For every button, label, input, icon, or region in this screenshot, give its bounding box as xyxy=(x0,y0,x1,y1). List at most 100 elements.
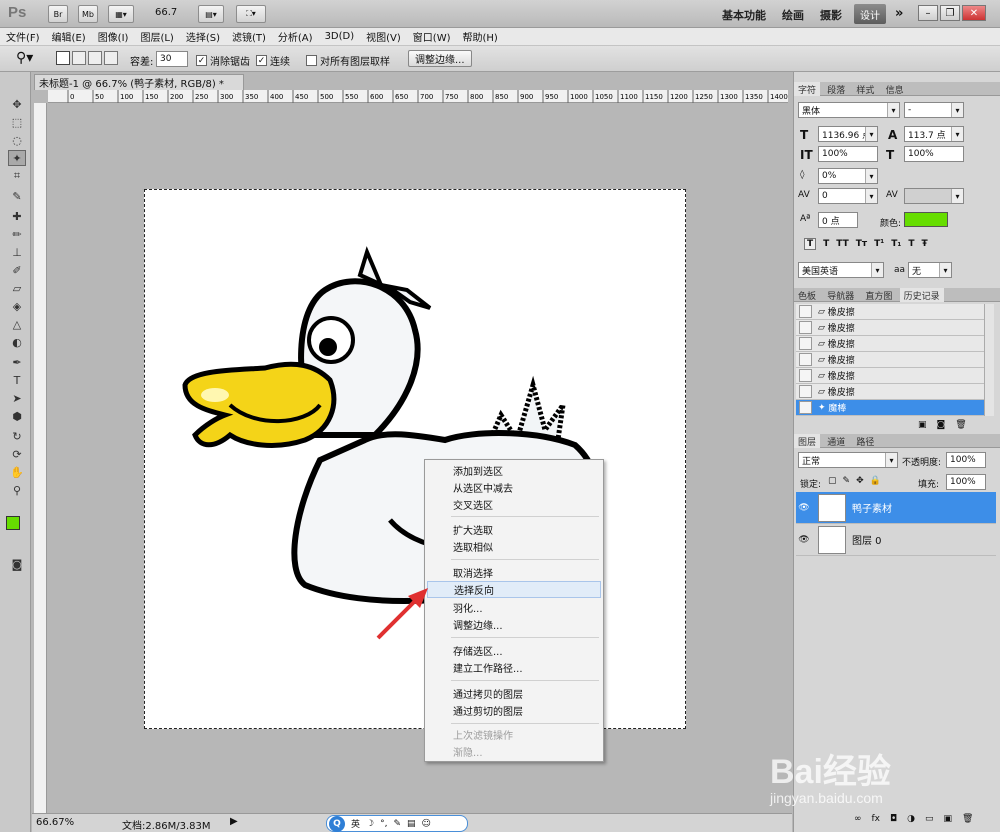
camera-icon[interactable]: ◙ xyxy=(937,420,946,430)
menu-item-layer-via-copy[interactable]: 通过拷贝的图层 xyxy=(427,685,601,702)
zoom-level[interactable]: 66.7 xyxy=(155,7,177,18)
new-selection-icon[interactable] xyxy=(56,51,70,65)
tab-paths[interactable]: 路径 xyxy=(852,434,878,448)
tab-swatches[interactable]: 色板 xyxy=(794,288,820,302)
new-layer-icon[interactable]: ▣ xyxy=(944,814,953,824)
kerning-input[interactable]: 0 ▾ xyxy=(818,188,878,204)
opacity-input[interactable]: 100% xyxy=(946,452,986,468)
minimize-icon[interactable]: – xyxy=(918,5,938,21)
foreground-color-swatch[interactable] xyxy=(6,516,20,530)
superscript-icon[interactable]: T¹ xyxy=(874,239,884,249)
tab-paragraph[interactable]: 段落 xyxy=(823,82,849,96)
tab-history[interactable]: 历史记录 xyxy=(899,288,944,302)
tolerance-input[interactable]: 30 xyxy=(156,51,188,67)
antialias-checkbox[interactable]: ✓ 消除锯齿 xyxy=(196,53,250,68)
menu-item-deselect[interactable]: 取消选择 xyxy=(427,564,601,581)
blur-tool-icon[interactable]: △ xyxy=(8,316,26,332)
shape-tool-icon[interactable]: ⬢ xyxy=(8,408,26,424)
tab-info[interactable]: 信息 xyxy=(882,82,908,96)
workspace-essentials[interactable]: 基本功能 xyxy=(722,7,766,23)
tracking-input[interactable]: ▾ xyxy=(904,188,964,204)
minibridge-button[interactable]: Mb xyxy=(78,5,98,23)
layer-row[interactable]: 👁 图层 0 xyxy=(796,524,996,556)
antialias-select[interactable]: 无 ▾ xyxy=(908,262,952,278)
menu-item-layer-via-cut[interactable]: 通过剪切的图层 xyxy=(427,702,601,719)
leading-input[interactable]: 113.7 点 ▾ xyxy=(904,126,964,142)
3d-orbit-tool-icon[interactable]: ⟳ xyxy=(8,446,26,462)
menu-item-add-to-selection[interactable]: 添加到选区 xyxy=(427,462,601,479)
arrange-documents-button[interactable]: ▤▾ xyxy=(198,5,224,23)
workspace-photography[interactable]: 摄影 xyxy=(820,7,842,23)
link-layers-icon[interactable]: ∞ xyxy=(854,814,862,824)
language-select[interactable]: 美国英语 ▾ xyxy=(798,262,884,278)
3d-rotate-tool-icon[interactable]: ↻ xyxy=(8,428,26,444)
adjustment-layer-icon[interactable]: ◑ xyxy=(907,814,915,824)
history-item[interactable]: ▱ 橡皮擦 xyxy=(796,320,984,336)
history-item[interactable]: ▱ 橡皮擦 xyxy=(796,352,984,368)
small-caps-icon[interactable]: Tт xyxy=(856,239,867,249)
menu-item-save-selection[interactable]: 存储选区... xyxy=(427,642,601,659)
menu-item-intersect-selection[interactable]: 交叉选区 xyxy=(427,496,601,513)
history-snapshot-box[interactable] xyxy=(799,305,812,318)
eye-icon[interactable]: 👁 xyxy=(796,503,812,513)
blend-mode-select[interactable]: 正常 ▾ xyxy=(798,452,898,468)
tab-layers[interactable]: 图层 xyxy=(794,434,821,448)
document-tab[interactable]: 未标题-1 @ 66.7% (鸭子素材, RGB/8) * xyxy=(34,74,244,90)
menu-item-refine-edge[interactable]: 调整边缘... xyxy=(427,616,601,633)
horizontal-scale-input[interactable]: 100% xyxy=(904,146,964,162)
history-item[interactable]: ▱ 橡皮擦 xyxy=(796,336,984,352)
menu-item-feather[interactable]: 羽化... xyxy=(427,599,601,616)
hand-tool-icon[interactable]: ✋ xyxy=(8,464,26,480)
tab-channels[interactable]: 通道 xyxy=(823,434,849,448)
layer-row-selected[interactable]: 👁 鸭子素材 xyxy=(796,492,996,524)
bridge-button[interactable]: Br xyxy=(48,5,68,23)
pen-tool-icon[interactable]: ✒ xyxy=(8,354,26,370)
lock-position-icon[interactable]: ✥ xyxy=(856,476,864,486)
history-item[interactable]: ▱ 橡皮擦 xyxy=(796,304,984,320)
eraser-tool-icon[interactable]: ▱ xyxy=(8,280,26,296)
canvas[interactable] xyxy=(144,189,686,729)
type-tool-icon[interactable]: T xyxy=(8,372,26,388)
move-tool-icon[interactable]: ✥ xyxy=(8,96,26,112)
history-item-active[interactable]: ✦ 魔棒 xyxy=(796,400,984,416)
status-menu-arrow-icon[interactable]: ▶ xyxy=(230,816,238,827)
ime-lang[interactable]: 英 xyxy=(351,817,360,830)
layer-mask-icon[interactable]: ◘ xyxy=(890,814,897,824)
menu-window[interactable]: 窗口(W) xyxy=(413,29,451,44)
tab-styles[interactable]: 样式 xyxy=(852,82,878,96)
text-color-swatch[interactable] xyxy=(904,212,948,227)
font-style-select[interactable]: - ▾ xyxy=(904,102,964,118)
font-family-select[interactable]: 黑体 ▾ xyxy=(798,102,900,118)
magic-wand-preset-icon[interactable]: ⚲▾ xyxy=(16,50,33,66)
history-snapshot-box[interactable] xyxy=(799,321,812,334)
menu-image[interactable]: 图像(I) xyxy=(98,29,129,44)
subscript-icon[interactable]: T₁ xyxy=(891,239,901,249)
lock-transparent-icon[interactable]: ▢ xyxy=(828,476,837,486)
view-extras-button[interactable]: ▦▾ xyxy=(108,5,134,23)
menu-3d[interactable]: 3D(D) xyxy=(325,31,355,42)
status-zoom[interactable]: 66.67% xyxy=(36,817,74,828)
menu-filter[interactable]: 滤镜(T) xyxy=(232,29,266,44)
menu-item-grow[interactable]: 扩大选取 xyxy=(427,521,601,538)
faux-italic-icon[interactable]: T xyxy=(823,239,829,249)
lock-all-icon[interactable]: 🔒 xyxy=(870,476,881,486)
workspace-painting[interactable]: 绘画 xyxy=(782,7,804,23)
ime-tool-icon[interactable]: ✎ xyxy=(393,819,401,829)
history-snapshot-box[interactable] xyxy=(799,353,812,366)
menu-item-make-work-path[interactable]: 建立工作路径... xyxy=(427,659,601,676)
crop-tool-icon[interactable]: ⌗ xyxy=(8,168,26,184)
history-snapshot-box[interactable] xyxy=(799,385,812,398)
healing-brush-tool-icon[interactable]: ✚ xyxy=(8,208,26,224)
menu-file[interactable]: 文件(F) xyxy=(6,29,40,44)
faux-bold-icon[interactable]: T xyxy=(804,238,817,250)
intersect-selection-icon[interactable] xyxy=(104,51,118,65)
fill-input[interactable]: 100% xyxy=(946,474,986,490)
clone-stamp-tool-icon[interactable]: ⊥ xyxy=(8,244,26,260)
history-snapshot-box[interactable] xyxy=(799,401,812,414)
ime-menu-icon[interactable]: ▤ xyxy=(407,819,416,829)
history-item[interactable]: ▱ 橡皮擦 xyxy=(796,368,984,384)
history-item[interactable]: ▱ 橡皮擦 xyxy=(796,384,984,400)
menu-view[interactable]: 视图(V) xyxy=(366,29,401,44)
history-snapshot-box[interactable] xyxy=(799,369,812,382)
all-caps-icon[interactable]: TT xyxy=(836,239,849,249)
